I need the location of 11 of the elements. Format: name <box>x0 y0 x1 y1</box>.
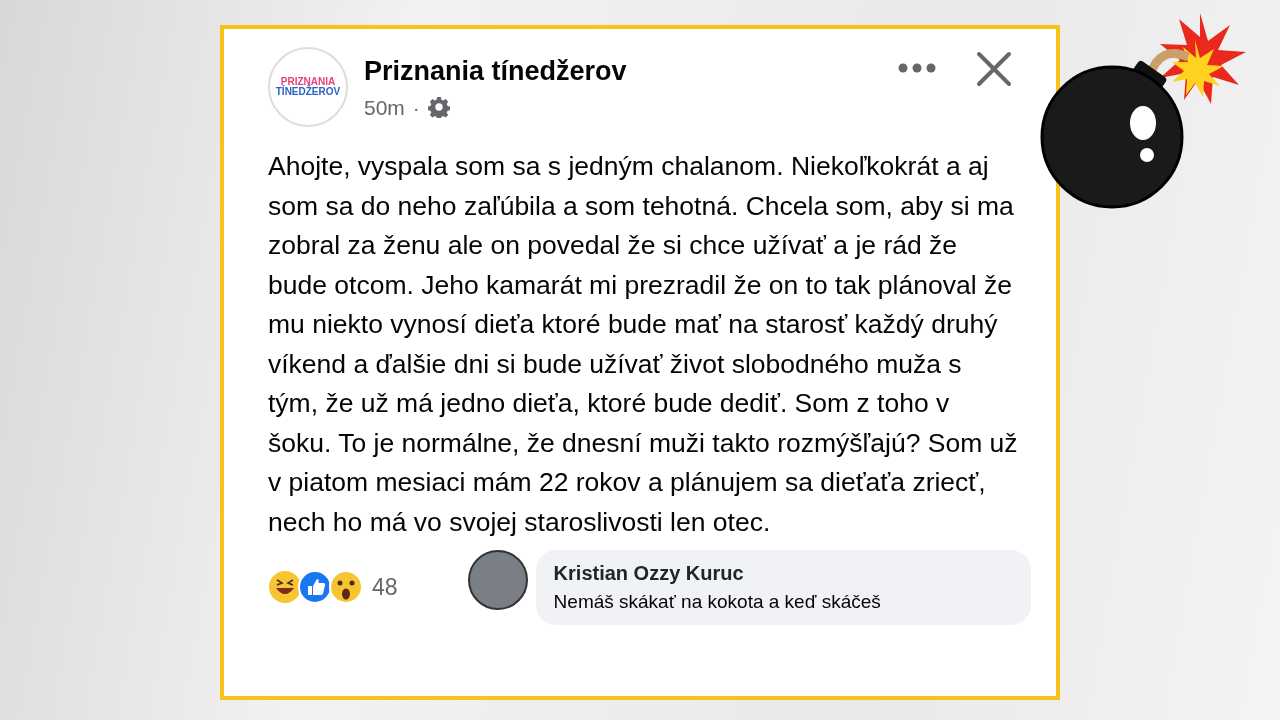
page-name[interactable]: Priznania tínedžerov <box>364 51 882 92</box>
comment-author[interactable]: Kristian Ozzy Kuruc <box>553 558 1013 588</box>
more-options-icon[interactable] <box>898 63 936 73</box>
gear-icon <box>427 96 450 119</box>
comment-text: Nemáš skákať na kokota a keď skáčeš <box>553 590 882 614</box>
page-logo: PRIZNANIA TÍNEDŽEROV <box>268 47 348 127</box>
separator: · <box>412 94 420 121</box>
post-time: 50m <box>364 94 405 121</box>
reaction-count[interactable]: 48 <box>372 570 398 605</box>
post-text: Ahojte, vyspala som sa s jedným chalanom. Niekoľkokrát a aj som sa do neho zaľúbila a som tehotná. Chcela som, aby si ma zobral za ženu ale on povedal že si chce užívať a je rád že bude otcom. Jeho kamarát mi prezradil že on to tak plánoval že mu niekto vynosí dieťa ktoré bude mať na starosť každý druhý víkend a ďalšie dni si bude užívať život slobodného muža s tým, že už má jedno dieťa, ktoré bude dediť. Som z toho v šoku. To je normálne, že dnesní muži takto rozmýšľajú? Som už v piatom mesiaci mám 22 rokov a plánujem sa dieťaťa zriecť, nech ho má vo svojej staroslivosti len otec. <box>268 150 1018 539</box>
close-icon[interactable] <box>976 51 1012 87</box>
